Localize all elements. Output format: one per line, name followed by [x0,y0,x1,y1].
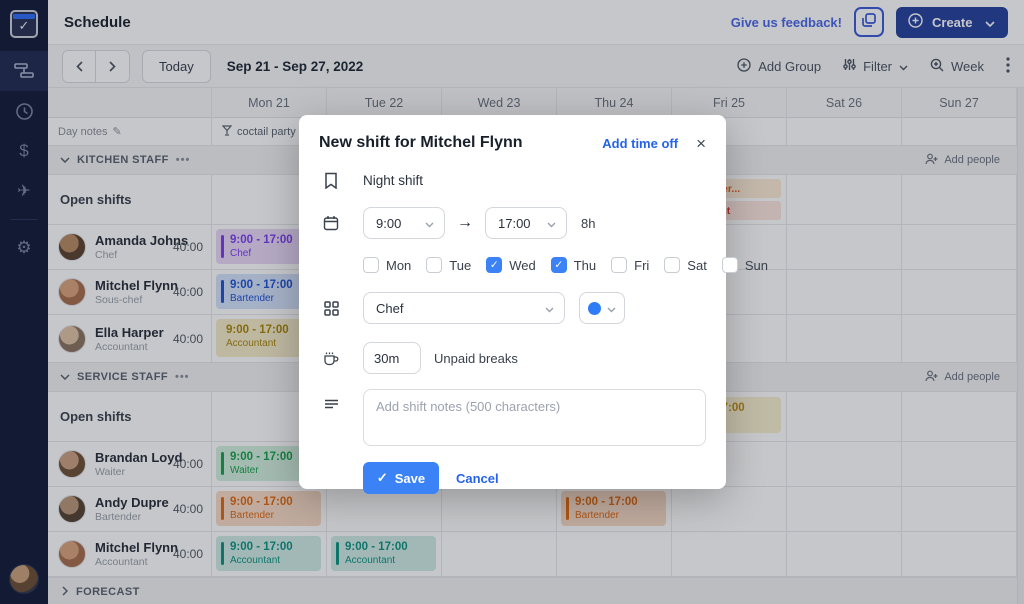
shift-color-select[interactable] [579,292,625,324]
break-duration-input[interactable] [363,342,421,374]
day-label: Thu [574,258,596,273]
day-label: Wed [509,258,536,273]
new-shift-modal: New shift for Mitchel Flynn Add time off… [299,115,726,489]
grid-icon [319,301,343,316]
position-value: Chef [376,301,403,316]
end-time-select[interactable]: 17:00 [485,207,567,239]
save-button[interactable]: ✓ Save [363,462,439,494]
checkbox-icon [664,257,680,273]
day-checkbox-wed[interactable]: ✓ Wed [486,257,536,273]
notes-lines-icon [319,399,343,411]
position-select[interactable]: Chef [363,292,565,324]
modal-actions: ✓ Save Cancel [363,462,706,494]
position-row: Chef [319,292,706,324]
break-row: Unpaid breaks [319,342,706,374]
bookmark-icon [319,172,343,189]
arrow-right-icon: → [445,214,485,232]
shift-name-value[interactable]: Night shift [363,173,423,188]
day-checkbox-sat[interactable]: Sat [664,257,707,273]
checkbox-checked-icon: ✓ [486,257,502,273]
day-label: Tue [449,258,471,273]
checkbox-icon [426,257,442,273]
day-label: Sat [687,258,707,273]
close-icon[interactable]: × [696,135,706,152]
start-time-select[interactable]: 9:00 [363,207,445,239]
day-checkbox-thu[interactable]: ✓ Thu [551,257,596,273]
day-checkbox-fri[interactable]: Fri [611,257,649,273]
color-dot-icon [588,302,601,315]
checkbox-icon [611,257,627,273]
modal-title: New shift for Mitchel Flynn [319,134,523,152]
shift-notes-textarea[interactable] [363,389,706,446]
shift-duration: 8h [581,216,595,231]
calendar-icon [319,215,343,231]
day-label: Fri [634,258,649,273]
repeat-days-row: Mon Tue ✓Wed ✓Thu Fri Sat Sun [363,257,706,273]
end-time-value: 17:00 [498,216,531,231]
day-checkbox-mon[interactable]: Mon [363,257,411,273]
day-label: Sun [745,258,768,273]
checkbox-icon [363,257,379,273]
shift-time-row: 9:00 → 17:00 8h [319,207,706,239]
add-time-off-link[interactable]: Add time off [602,136,678,151]
coffee-cup-icon [319,351,343,366]
cancel-button[interactable]: Cancel [456,471,499,486]
save-label: Save [395,471,425,486]
check-icon: ✓ [377,470,388,486]
notes-row [319,389,706,446]
day-checkbox-tue[interactable]: Tue [426,257,471,273]
start-time-value: 9:00 [376,216,401,231]
break-label: Unpaid breaks [434,351,518,366]
day-label: Mon [386,258,411,273]
day-checkbox-sun[interactable]: Sun [722,257,768,273]
chevron-down-icon [425,216,434,231]
checkbox-checked-icon: ✓ [551,257,567,273]
schedule-app: ✓ $ ✈ ⚙ Schedule Give us fee [0,0,1024,604]
chevron-down-icon [607,301,616,316]
chevron-down-icon [547,216,556,231]
shift-name-row: Night shift [319,172,706,189]
checkbox-icon [722,257,738,273]
chevron-down-icon [545,301,554,316]
